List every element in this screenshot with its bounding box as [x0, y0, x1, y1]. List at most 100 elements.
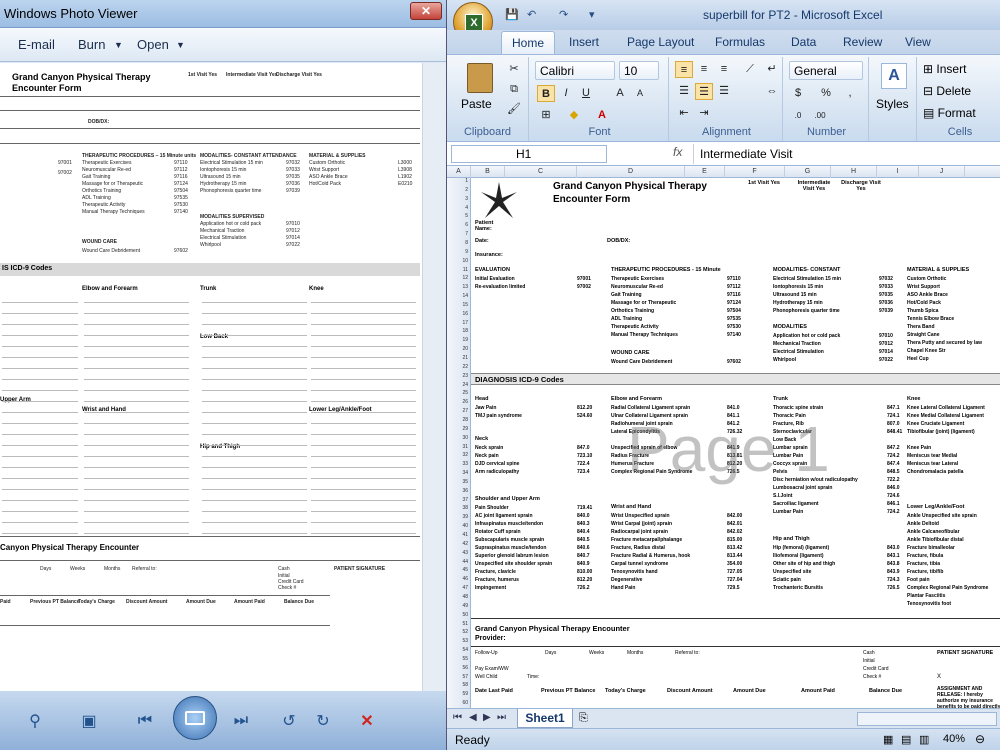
increase-font-icon[interactable]: A [611, 85, 629, 102]
bold-icon[interactable]: B [537, 85, 555, 102]
column-header[interactable]: A [447, 166, 471, 178]
row-header[interactable]: 49 [447, 603, 471, 612]
tab-review[interactable]: Review [843, 35, 882, 49]
tab-formulas[interactable]: Formulas [715, 35, 765, 49]
column-header[interactable]: B [471, 166, 505, 178]
row-header[interactable]: 42 [447, 541, 471, 550]
row-header[interactable]: 10 [447, 258, 471, 267]
undo-icon[interactable]: ↶ [527, 8, 536, 21]
row-header[interactable]: 24 [447, 382, 471, 391]
column-header[interactable]: J [919, 166, 965, 178]
column-header[interactable]: F [725, 166, 785, 178]
row-header[interactable]: 55 [447, 656, 471, 665]
burn-menu[interactable]: Burn [78, 37, 105, 52]
fill-color-icon[interactable]: ◆ [565, 107, 583, 124]
wrap-text-icon[interactable]: ↵ [763, 61, 781, 78]
column-header[interactable]: K [965, 166, 1000, 178]
column-header[interactable]: G [785, 166, 831, 178]
delete-icon[interactable]: ✕ [352, 706, 382, 736]
decrease-font-icon[interactable]: A [631, 85, 649, 102]
email-menu[interactable]: E-mail [18, 37, 55, 52]
font-color-icon[interactable]: A [593, 107, 611, 124]
row-header[interactable]: 53 [447, 638, 471, 647]
row-header[interactable]: 50 [447, 612, 471, 621]
row-header[interactable]: 29 [447, 426, 471, 435]
row-header[interactable]: 14 [447, 293, 471, 302]
first-sheet-icon[interactable]: ⏮ [453, 712, 462, 723]
previous-icon[interactable]: ⏮ [130, 706, 160, 736]
row-header[interactable]: 44 [447, 559, 471, 568]
row-header[interactable]: 4 [447, 205, 471, 214]
decrease-indent-icon[interactable]: ⇤ [675, 105, 693, 122]
row-header[interactable]: 35 [447, 479, 471, 488]
row-header[interactable]: 41 [447, 532, 471, 541]
row-header[interactable]: 57 [447, 674, 471, 683]
column-header[interactable]: D [577, 166, 685, 178]
align-top-icon[interactable]: ≡ [675, 61, 693, 78]
row-header[interactable]: 45 [447, 567, 471, 576]
name-box[interactable]: H1 [451, 145, 607, 163]
page-layout-view-icon[interactable]: ▤ [901, 733, 911, 746]
styles-button[interactable]: Styles [876, 97, 909, 111]
last-sheet-icon[interactable]: ⏭ [497, 712, 506, 723]
close-icon[interactable]: ✕ [410, 2, 442, 20]
orientation-icon[interactable]: ⟋ [741, 61, 759, 78]
tab-view[interactable]: View [905, 35, 931, 49]
row-header[interactable]: 28 [447, 417, 471, 426]
row-header[interactable]: 7 [447, 231, 471, 240]
row-header[interactable]: 46 [447, 576, 471, 585]
row-header[interactable]: 52 [447, 629, 471, 638]
paste-icon[interactable] [467, 63, 493, 93]
column-header[interactable]: I [877, 166, 919, 178]
cut-icon[interactable]: ✂ [505, 61, 523, 78]
align-right-icon[interactable]: ☰ [715, 83, 733, 100]
styles-icon[interactable]: A [881, 63, 907, 89]
row-header[interactable]: 59 [447, 691, 471, 700]
row-header[interactable]: 30 [447, 435, 471, 444]
next-sheet-icon[interactable]: ▶ [483, 712, 491, 723]
row-header[interactable]: 19 [447, 337, 471, 346]
copy-icon[interactable]: ⧉ [505, 81, 523, 98]
prev-sheet-icon[interactable]: ◀ [469, 712, 477, 723]
column-header[interactable]: C [505, 166, 577, 178]
row-header[interactable]: 58 [447, 682, 471, 691]
row-header[interactable]: 2 [447, 187, 471, 196]
increase-indent-icon[interactable]: ⇥ [695, 105, 713, 122]
align-bottom-icon[interactable]: ≡ [715, 61, 733, 78]
align-middle-icon[interactable]: ≡ [695, 61, 713, 78]
row-header[interactable]: 9 [447, 249, 471, 258]
row-header[interactable]: 13 [447, 284, 471, 293]
row-header[interactable]: 56 [447, 665, 471, 674]
row-header[interactable]: 26 [447, 399, 471, 408]
font-size-select[interactable]: 10 [619, 61, 659, 80]
zoom-icon[interactable]: ⚲ [20, 706, 50, 736]
row-header[interactable]: 11 [447, 267, 471, 276]
slideshow-icon[interactable] [173, 696, 217, 740]
row-header[interactable]: 39 [447, 514, 471, 523]
horizontal-scrollbar[interactable] [857, 712, 997, 726]
row-header[interactable]: 34 [447, 470, 471, 479]
row-header[interactable]: 8 [447, 240, 471, 249]
tab-data[interactable]: Data [791, 35, 816, 49]
chevron-down-icon[interactable]: ▼ [176, 40, 185, 50]
percent-icon[interactable]: % [817, 85, 835, 102]
number-format-select[interactable]: General [789, 61, 863, 80]
row-header[interactable]: 16 [447, 311, 471, 320]
next-icon[interactable]: ⏭ [226, 706, 256, 736]
row-header[interactable]: 25 [447, 390, 471, 399]
vertical-scrollbar[interactable] [422, 63, 446, 691]
normal-view-icon[interactable]: ▦ [883, 733, 893, 746]
zoom-out-icon[interactable]: ⊖ [975, 732, 985, 746]
merge-center-icon[interactable]: ⇔ [763, 83, 781, 100]
row-header[interactable]: 3 [447, 196, 471, 205]
open-menu[interactable]: Open [137, 37, 169, 52]
row-header[interactable]: 1 [447, 178, 471, 187]
row-header[interactable]: 23 [447, 373, 471, 382]
row-header[interactable]: 51 [447, 621, 471, 630]
insert-function-icon[interactable]: fx [673, 145, 682, 159]
tab-insert[interactable]: Insert [569, 35, 599, 49]
row-header[interactable]: 43 [447, 550, 471, 559]
align-left-icon[interactable]: ☰ [675, 83, 693, 100]
format-painter-icon[interactable]: 🖌 [505, 101, 523, 118]
row-header[interactable]: 54 [447, 647, 471, 656]
